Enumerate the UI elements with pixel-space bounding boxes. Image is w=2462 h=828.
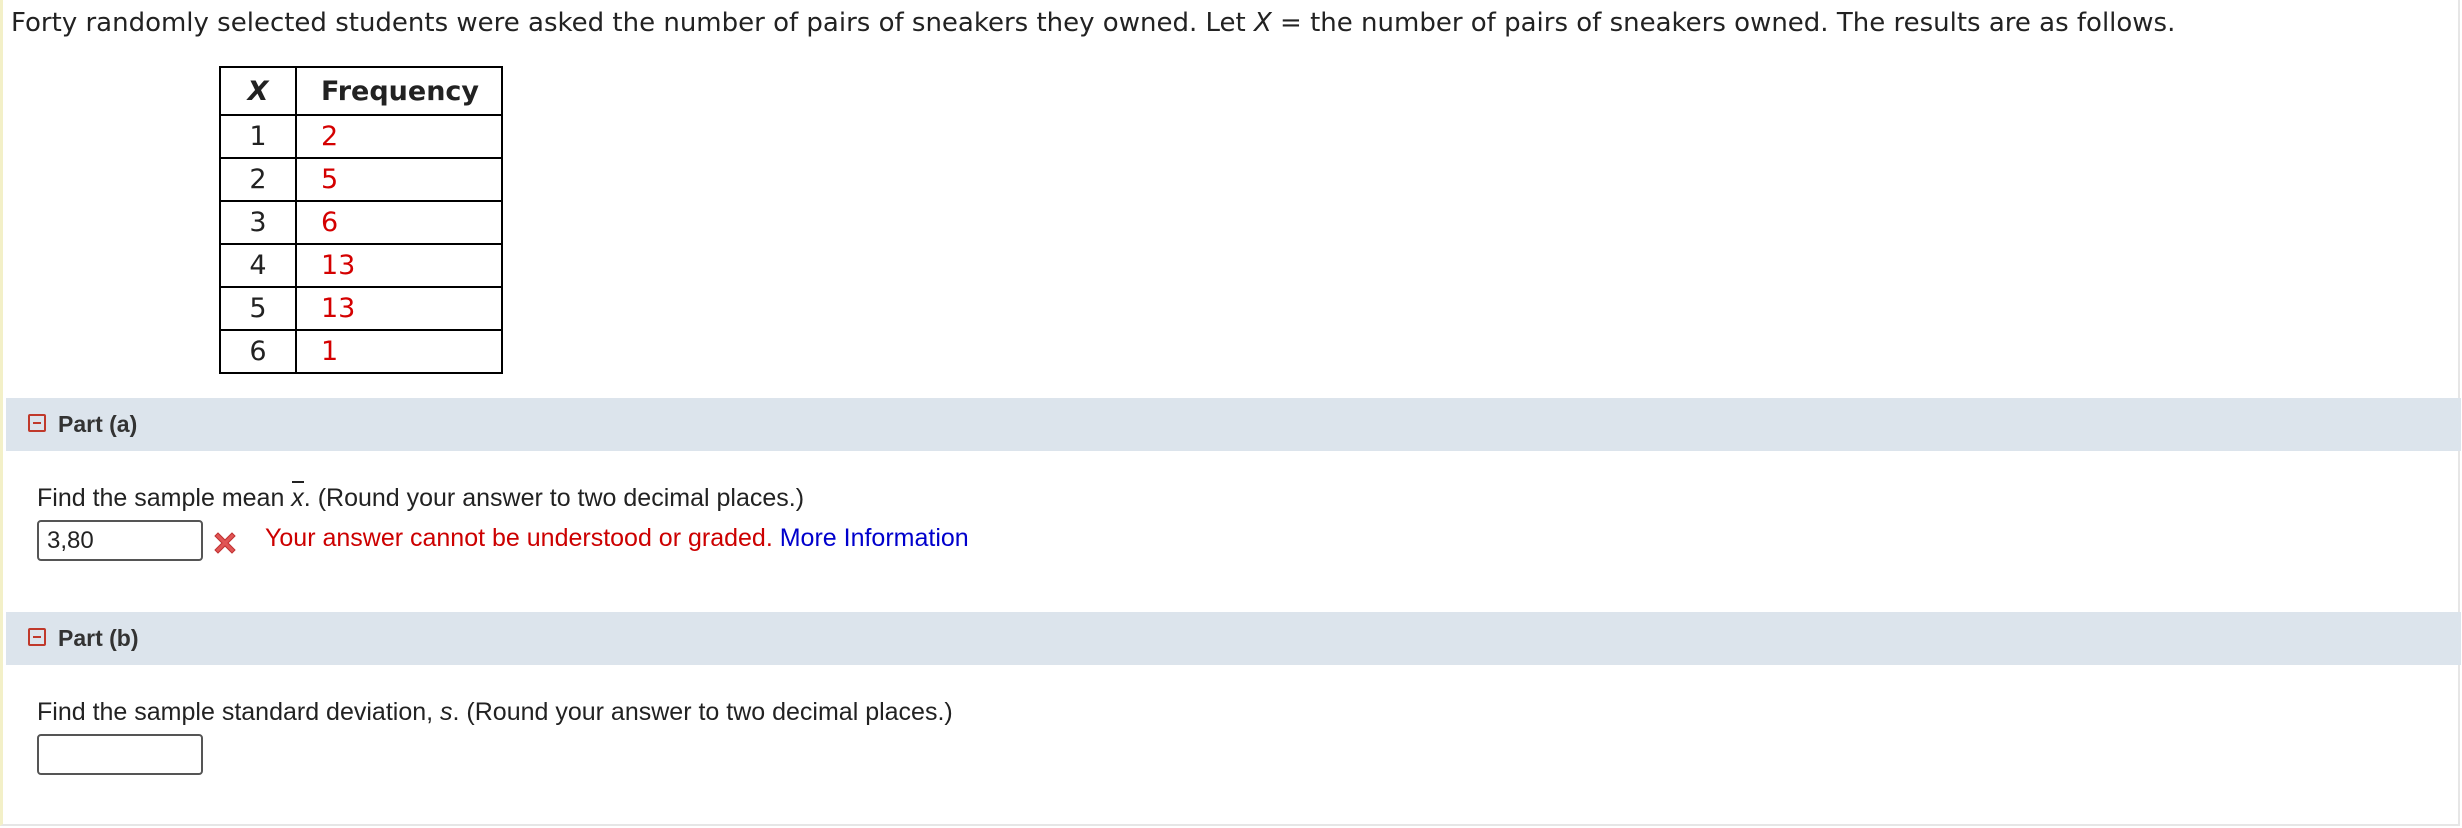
frequency-value: 6 xyxy=(295,200,503,245)
error-message: Your answer cannot be understood or grad… xyxy=(265,524,773,552)
x-value: 3 xyxy=(219,200,297,245)
part-a-answer-input[interactable] xyxy=(37,520,203,561)
frequency-value: 1 xyxy=(295,329,503,374)
part-a-question: Find the sample mean x. (Round your answ… xyxy=(37,481,805,513)
table-row: 2 5 xyxy=(219,157,503,202)
x-value: 4 xyxy=(219,243,297,288)
frequency-value: 13 xyxy=(295,243,503,288)
collapse-toggle-icon[interactable] xyxy=(28,414,46,432)
table-row: 3 6 xyxy=(219,200,503,245)
frequency-value: 13 xyxy=(295,286,503,331)
column-header-x: X xyxy=(219,66,297,116)
frequency-value: 2 xyxy=(295,114,503,159)
wrong-x-icon xyxy=(214,532,236,554)
question-page: Forty randomly selected students were as… xyxy=(0,0,2461,826)
x-value: 1 xyxy=(219,114,297,159)
table-header-row: X Frequency xyxy=(219,66,503,116)
part-b-title: Part (b) xyxy=(58,625,139,651)
part-b-question: Find the sample standard deviation, s. (… xyxy=(37,698,953,727)
frequency-table: X Frequency 1 2 2 5 3 6 4 13 5 13 6 1 xyxy=(219,66,503,374)
collapse-toggle-icon[interactable] xyxy=(28,628,46,646)
table-row: 1 2 xyxy=(219,114,503,159)
intro-text-after: = the number of pairs of sneakers owned.… xyxy=(1271,8,2176,38)
column-header-frequency: Frequency xyxy=(295,66,503,116)
part-b-header[interactable]: Part (b) xyxy=(6,612,2461,665)
part-a-question-suffix: . (Round your answer to two decimal plac… xyxy=(303,484,805,512)
s-symbol: s xyxy=(440,698,453,726)
intro-text-before: Forty randomly selected students were as… xyxy=(11,8,1254,38)
x-value: 6 xyxy=(219,329,297,374)
part-b-answer-input[interactable] xyxy=(37,734,203,775)
table-row: 5 13 xyxy=(219,286,503,331)
x-value: 2 xyxy=(219,157,297,202)
x-value: 5 xyxy=(219,286,297,331)
more-information-link[interactable]: More Information xyxy=(780,524,969,552)
part-a-question-text: Find the sample mean xyxy=(37,484,292,512)
part-a-header[interactable]: Part (a) xyxy=(6,398,2461,451)
intro-variable: X xyxy=(1253,8,1272,38)
table-row: 6 1 xyxy=(219,329,503,374)
part-a-title: Part (a) xyxy=(58,411,138,437)
part-a-feedback: Your answer cannot be understood or grad… xyxy=(265,524,969,553)
x-bar-symbol: x xyxy=(291,481,304,512)
part-b-question-suffix: . (Round your answer to two decimal plac… xyxy=(452,698,953,726)
frequency-value: 5 xyxy=(295,157,503,202)
part-b-question-text: Find the sample standard deviation, xyxy=(37,698,441,726)
problem-statement: Forty randomly selected students were as… xyxy=(11,6,2175,40)
table-row: 4 13 xyxy=(219,243,503,288)
